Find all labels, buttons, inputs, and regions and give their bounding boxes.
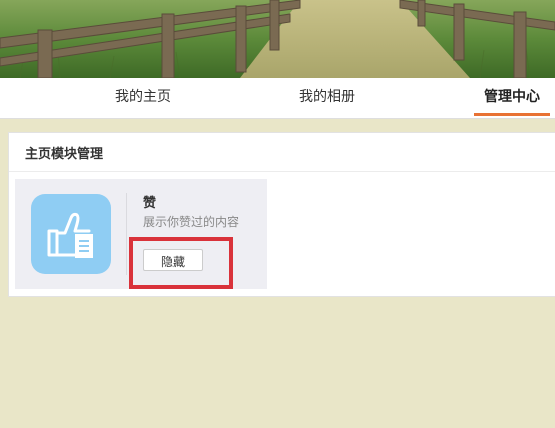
top-nav-tabs: 我的主页 我的相册 管理中心: [0, 78, 555, 119]
tab-my-album[interactable]: 我的相册: [284, 78, 370, 116]
tab-management-center[interactable]: 管理中心: [474, 78, 550, 116]
highlight-annotation-box: [129, 237, 233, 289]
module-management-panel: 主页模块管理 赞 展示你赞过的内容 隐藏: [8, 132, 555, 297]
thumbs-up-icon: [31, 194, 111, 274]
module-separator: [126, 193, 127, 275]
panel-title: 主页模块管理: [25, 147, 104, 162]
panel-divider: [9, 171, 555, 172]
tab-my-homepage[interactable]: 我的主页: [100, 78, 186, 116]
header-banner-image: [0, 0, 555, 78]
module-name: 赞: [143, 196, 157, 211]
module-description: 展示你赞过的内容: [143, 215, 240, 229]
